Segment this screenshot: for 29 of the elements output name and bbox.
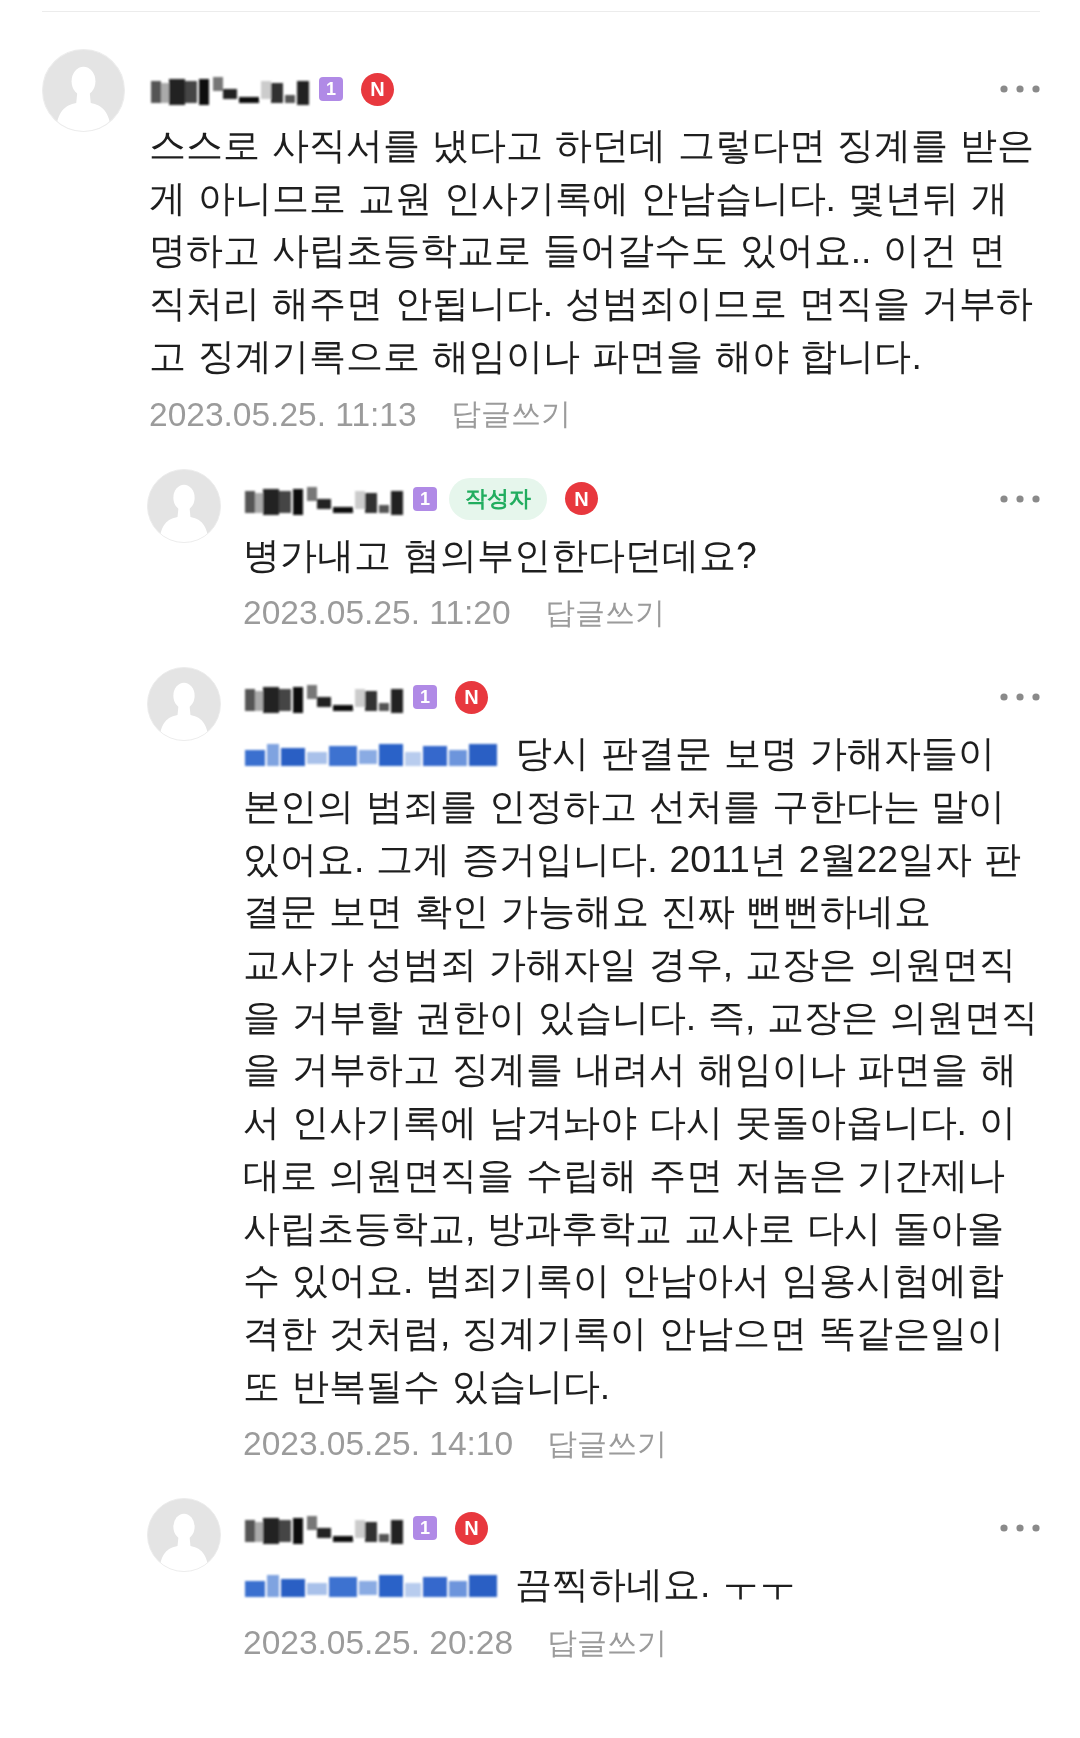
default-avatar-icon [42, 49, 125, 132]
new-badge: N [361, 72, 394, 106]
reply-link[interactable]: 답글쓰기 [450, 394, 571, 435]
default-avatar-icon [147, 667, 221, 742]
level-badge: 1 [413, 486, 437, 511]
comment-text: 스스로 사직서를 냈다고 하던데 그렇다면 징계를 받은 게 아니므로 교원 인사기록에 안남습니다. 몇년뒤 개명하고 사립초등학교로 들어갈수도 있어요.. 이건 면직처리 해주면 안됩니다. 성범죄이므로 면직을 거부하고 징계기록으로 해임이나 파면을 해야 합니다. [149, 124, 1035, 377]
new-badge: N [565, 482, 598, 515]
more-icon[interactable] [1000, 85, 1040, 93]
more-icon[interactable] [1000, 494, 1040, 503]
reply-link[interactable]: 답글쓰기 [544, 592, 665, 634]
reply-link[interactable]: 답글쓰기 [547, 1622, 668, 1664]
reply-link[interactable]: 답글쓰기 [547, 1423, 668, 1465]
default-avatar-icon [147, 468, 221, 543]
level-badge: 1 [413, 1516, 437, 1541]
comment-date: 2023.05.25. 20:28 [243, 1624, 514, 1663]
comment-text: 끔찍하네요. ㅜㅜ [515, 1563, 797, 1606]
default-avatar-icon [147, 1498, 221, 1573]
comment-date: 2023.05.25. 11:13 [149, 395, 417, 434]
level-badge: 1 [413, 685, 437, 710]
more-icon[interactable] [1000, 1524, 1040, 1533]
comment-text: 병가내고 혐의부인한다던데요? [243, 533, 757, 576]
level-badge: 1 [319, 77, 343, 101]
new-badge: N [455, 1511, 488, 1545]
comment-text: 당시 판결문 보명 가해자들이 본인의 범죄를 인정하고 선처를 구한다는 말이 있어요. 그게 증거입니다. 2011년 2월22일자 판결문 보면 확인 가능해요 진짜 뻔뻔하네요 교사가 성범죄 가해자일 경우, 교장은 의원면직을 거부할 권한이 있습니다. 즉, 교장은 의원면직을 거부하고 징계를 내려서 해임이나 파면을 해서 인사기록에 남겨놔야 다시 못돌아옵니다. 이대로 의원면직을 수립해 주면 저놈은 기간제나 사립초등학교, 방과후학교 교사로 다시 돌아올수 있어요. 범죄기록이 안남아서 임용시험에합격한 것처럼, 징계기록이 안남으면 똑같은일이 또 반복될수 있습니다. [243, 732, 1039, 1407]
author-badge: 작성자 [449, 477, 547, 520]
comment-date: 2023.05.25. 14:10 [243, 1425, 514, 1464]
new-badge: N [455, 680, 488, 714]
more-icon[interactable] [1000, 693, 1040, 702]
comment-date: 2023.05.25. 11:20 [243, 594, 511, 633]
